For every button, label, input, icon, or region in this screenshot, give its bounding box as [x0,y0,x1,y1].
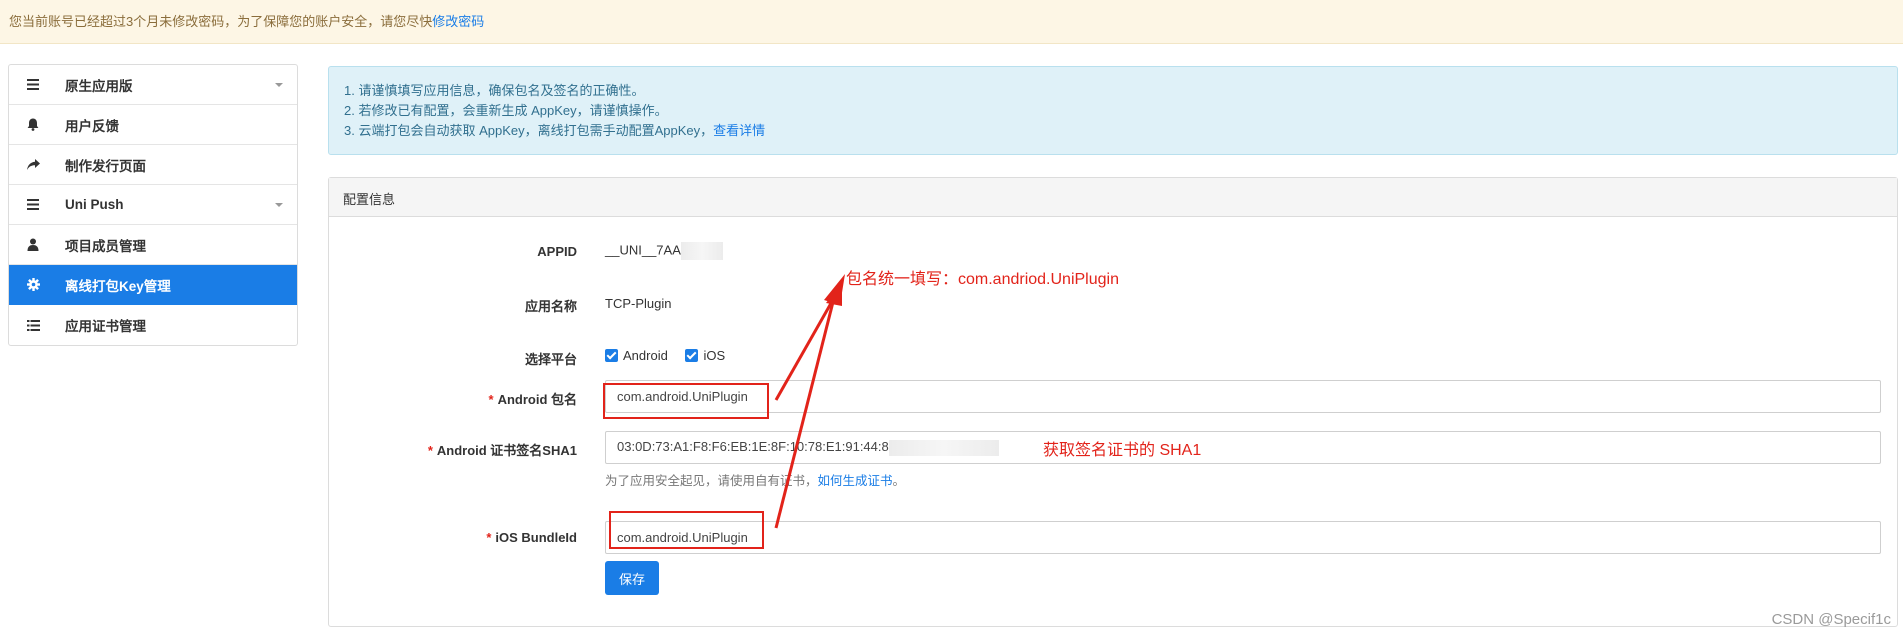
sha1-annotation-text: 获取签名证书的 SHA1 [1043,442,1202,459]
csdn-watermark: CSDN @Specif1c [1771,611,1891,628]
package-annotation-text: 包名统一填写：com.andriod.UniPlugin [846,271,1119,288]
arrow-head-bottom [826,282,842,306]
arrow-line-bottom [774,297,836,529]
arrow-line-top [774,297,836,401]
annotation-arrows [774,274,845,529]
